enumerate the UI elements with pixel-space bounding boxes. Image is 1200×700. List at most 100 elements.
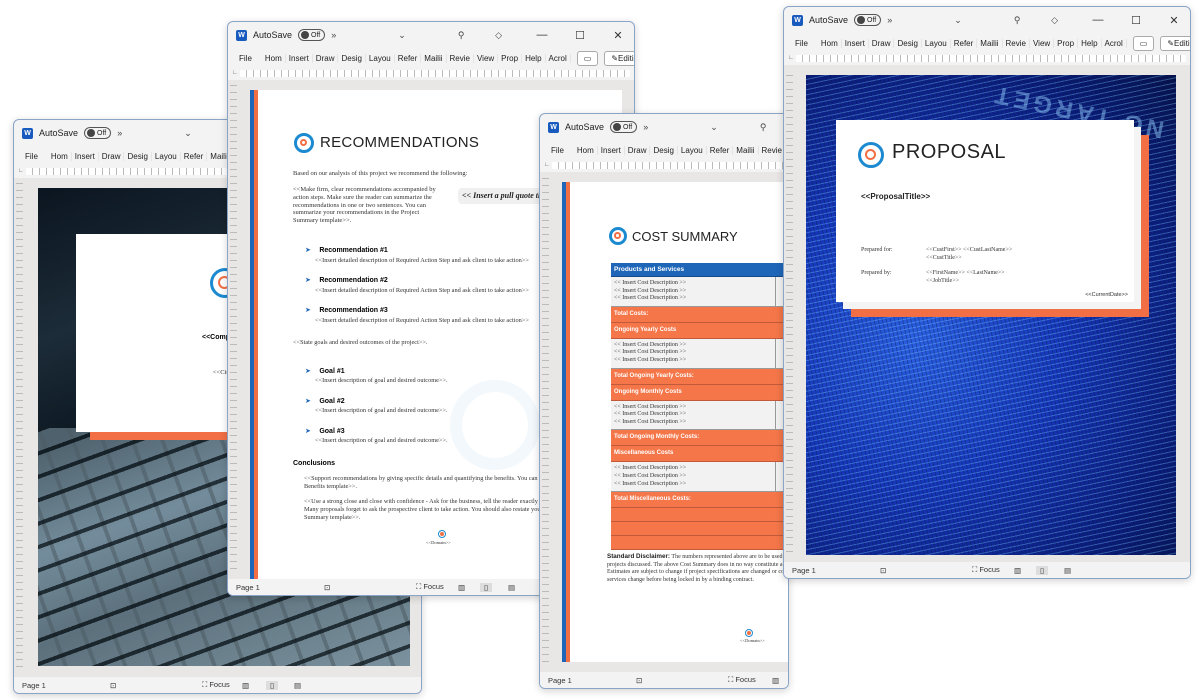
- autosave-toggle[interactable]: Off: [84, 127, 112, 139]
- minimize-button[interactable]: —: [526, 29, 558, 41]
- tab-design[interactable]: Desig: [894, 38, 922, 48]
- tab-draw[interactable]: Draw: [869, 38, 895, 48]
- page-indicator[interactable]: Page 1: [22, 681, 46, 690]
- tab-file[interactable]: File: [792, 39, 818, 48]
- focus-button[interactable]: ⛶ Focus: [728, 675, 756, 685]
- dropdown-chevron-icon[interactable]: ⌄: [184, 128, 192, 139]
- designer-gem-icon[interactable]: ◇: [1051, 15, 1058, 26]
- tab-view[interactable]: View: [1030, 38, 1055, 48]
- page-indicator[interactable]: Page 1: [236, 583, 260, 592]
- tab-draw[interactable]: Draw: [313, 53, 339, 63]
- vertical-ruler[interactable]: [786, 69, 793, 558]
- read-mode-icon[interactable]: ▥: [1014, 566, 1021, 575]
- tab-design[interactable]: Desig: [338, 53, 366, 63]
- tab-acrobat[interactable]: Acrol: [1102, 38, 1127, 48]
- tab-stop-icon[interactable]: ∟: [544, 162, 552, 168]
- tab-draw[interactable]: Draw: [625, 145, 651, 155]
- page-indicator[interactable]: Page 1: [792, 566, 816, 575]
- tab-design[interactable]: Desig: [650, 145, 678, 155]
- tab-stop-icon[interactable]: ∟: [232, 70, 240, 76]
- minimize-button[interactable]: —: [1082, 14, 1114, 26]
- editing-mode-button[interactable]: ✎ Editing: [604, 50, 634, 66]
- print-layout-icon[interactable]: ▯: [480, 582, 493, 592]
- autosave-toggle[interactable]: Off: [298, 29, 326, 41]
- tab-insert[interactable]: Insert: [842, 38, 869, 48]
- tab-help[interactable]: Help: [1078, 38, 1102, 48]
- close-button[interactable]: ✕: [1158, 14, 1190, 27]
- tab-layout[interactable]: Layou: [922, 38, 951, 48]
- maximize-button[interactable]: ☐: [1120, 14, 1152, 27]
- page-indicator[interactable]: Page 1: [548, 676, 572, 685]
- tab-layout[interactable]: Layou: [366, 53, 395, 63]
- tab-mailings[interactable]: Mailii: [977, 38, 1003, 48]
- search-icon[interactable]: ⚲: [458, 30, 465, 41]
- tab-design[interactable]: Desig: [124, 151, 152, 161]
- read-mode-icon[interactable]: ▥: [772, 676, 779, 685]
- accessibility-icon[interactable]: ⊡: [636, 676, 642, 685]
- web-layout-icon[interactable]: ▤: [508, 583, 515, 592]
- more-commands-icon[interactable]: »: [117, 128, 122, 138]
- vertical-ruler[interactable]: [16, 182, 23, 673]
- tab-stop-icon[interactable]: ∟: [18, 168, 26, 174]
- maximize-button[interactable]: ☐: [564, 29, 596, 42]
- search-icon[interactable]: ⚲: [1014, 15, 1021, 26]
- tab-insert[interactable]: Insert: [598, 145, 625, 155]
- tab-layout[interactable]: Layou: [152, 151, 181, 161]
- accessibility-icon[interactable]: ⊡: [880, 566, 886, 575]
- tab-mailings[interactable]: Mailii: [421, 53, 447, 63]
- tab-home[interactable]: Hom: [48, 151, 72, 161]
- dropdown-chevron-icon[interactable]: ⌄: [710, 122, 718, 133]
- web-layout-icon[interactable]: ▤: [294, 681, 301, 690]
- search-icon[interactable]: ⚲: [760, 122, 767, 133]
- tab-references[interactable]: Refer: [707, 145, 734, 155]
- vertical-ruler[interactable]: [542, 176, 549, 668]
- tab-home[interactable]: Hom: [262, 53, 286, 63]
- read-mode-icon[interactable]: ▥: [458, 583, 465, 592]
- tab-references[interactable]: Refer: [395, 53, 422, 63]
- comments-button[interactable]: ▭: [576, 50, 599, 66]
- more-commands-icon[interactable]: »: [331, 30, 336, 40]
- tab-stop-icon[interactable]: ∟: [788, 55, 796, 61]
- focus-button[interactable]: ⛶ Focus: [972, 565, 1000, 575]
- accessibility-icon[interactable]: ⊡: [110, 681, 116, 690]
- tab-references[interactable]: Refer: [951, 38, 978, 48]
- horizontal-ruler[interactable]: ∟: [544, 160, 784, 170]
- horizontal-ruler[interactable]: ∟: [232, 68, 630, 78]
- autosave-toggle[interactable]: Off: [854, 14, 882, 26]
- tab-properties[interactable]: Prop: [498, 53, 523, 63]
- tab-home[interactable]: Hom: [574, 145, 598, 155]
- accessibility-icon[interactable]: ⊡: [324, 583, 330, 592]
- focus-button[interactable]: ⛶ Focus: [202, 680, 230, 690]
- more-commands-icon[interactable]: »: [643, 122, 648, 132]
- tab-mailings[interactable]: Mailii: [733, 145, 759, 155]
- tab-insert[interactable]: Insert: [286, 53, 313, 63]
- tab-file[interactable]: File: [22, 152, 48, 161]
- tab-insert[interactable]: Insert: [72, 151, 99, 161]
- close-button[interactable]: ✕: [602, 29, 634, 42]
- web-layout-icon[interactable]: ▤: [1064, 566, 1071, 575]
- dropdown-chevron-icon[interactable]: ⌄: [398, 30, 406, 41]
- dropdown-chevron-icon[interactable]: ⌄: [954, 15, 962, 26]
- focus-button[interactable]: ⛶ Focus: [416, 582, 444, 592]
- tab-review[interactable]: Revie: [1003, 38, 1030, 48]
- autosave-toggle[interactable]: Off: [610, 121, 638, 133]
- designer-gem-icon[interactable]: ◇: [495, 30, 502, 41]
- read-mode-icon[interactable]: ▥: [242, 681, 249, 690]
- tab-review[interactable]: Revie: [447, 53, 474, 63]
- print-layout-icon[interactable]: ▯: [1036, 565, 1049, 575]
- tab-file[interactable]: File: [236, 54, 262, 63]
- horizontal-ruler[interactable]: ∟: [788, 53, 1186, 63]
- tab-help[interactable]: Help: [522, 53, 546, 63]
- tab-home[interactable]: Hom: [818, 38, 842, 48]
- tab-properties[interactable]: Prop: [1054, 38, 1079, 48]
- editing-mode-button[interactable]: ✎ Editing: [1160, 35, 1190, 51]
- tab-review[interactable]: Revie: [759, 145, 786, 155]
- vertical-ruler[interactable]: [230, 84, 237, 575]
- tab-draw[interactable]: Draw: [99, 151, 125, 161]
- tab-layout[interactable]: Layou: [678, 145, 707, 155]
- more-commands-icon[interactable]: »: [887, 15, 892, 25]
- tab-file[interactable]: File: [548, 146, 574, 155]
- tab-acrobat[interactable]: Acrol: [546, 53, 571, 63]
- tab-references[interactable]: Refer: [181, 151, 208, 161]
- print-layout-icon[interactable]: ▯: [266, 680, 279, 690]
